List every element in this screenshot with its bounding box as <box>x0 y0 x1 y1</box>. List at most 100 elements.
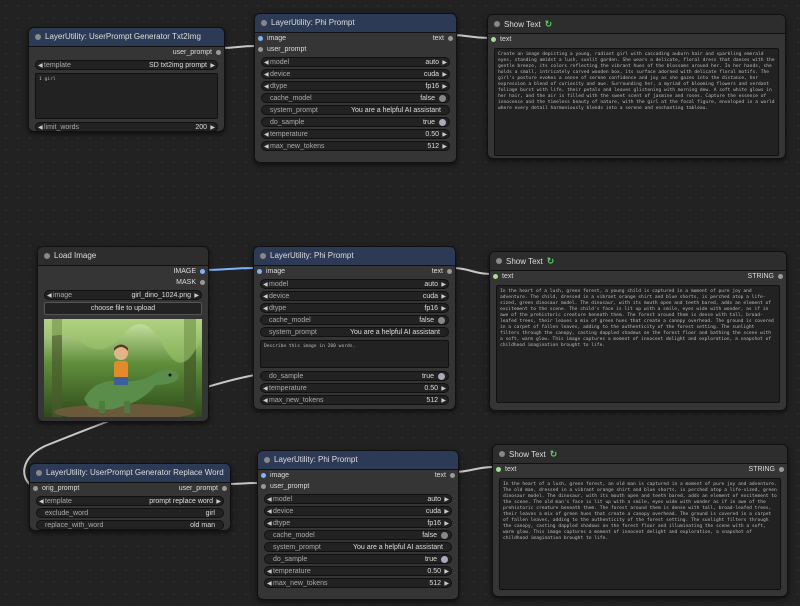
arrow-left-icon[interactable]: ◀ <box>264 142 269 150</box>
arrow-right-icon[interactable]: ▶ <box>444 567 449 575</box>
output-socket[interactable] <box>216 50 221 55</box>
node-header[interactable]: Show Text ↻ <box>493 445 787 464</box>
replace-with-word-field[interactable]: replace_with_word old man <box>36 520 224 530</box>
node-header[interactable]: LayerUtility: UserPrompt Generator Txt2I… <box>29 28 224 47</box>
arrow-right-icon[interactable]: ▶ <box>210 123 215 131</box>
arrow-right-icon[interactable]: ▶ <box>444 519 449 527</box>
arrow-left-icon[interactable]: ◀ <box>264 130 269 138</box>
model-combo[interactable]: ◀ model auto ▶ <box>260 279 449 289</box>
output-socket[interactable] <box>779 467 784 472</box>
arrow-left-icon[interactable]: ◀ <box>264 58 269 66</box>
arrow-left-icon[interactable]: ◀ <box>267 495 272 503</box>
arrow-left-icon[interactable]: ◀ <box>267 579 272 587</box>
max-new-tokens-number[interactable]: ◀ max_new_tokens 512 ▶ <box>260 395 449 405</box>
limit-words-number[interactable]: ◀ limit_words 200 ▶ <box>35 122 218 131</box>
node-header[interactable]: Load Image <box>38 247 208 266</box>
device-combo[interactable]: ◀ device cuda ▶ <box>260 291 449 301</box>
arrow-right-icon[interactable]: ▶ <box>442 130 447 138</box>
exclude-word-field[interactable]: exclude_word girl <box>36 508 224 518</box>
do-sample-toggle[interactable]: do_sample true <box>261 117 450 127</box>
node-header[interactable]: LayerUtility: Phi Prompt <box>258 451 458 470</box>
input-socket[interactable] <box>258 36 263 41</box>
system-prompt-field[interactable]: system_prompt You are a helpful AI assist… <box>261 105 450 115</box>
arrow-right-icon[interactable]: ▶ <box>441 292 446 300</box>
arrow-right-icon[interactable]: ▶ <box>194 291 199 299</box>
arrow-right-icon[interactable]: ▶ <box>442 58 447 66</box>
arrow-left-icon[interactable]: ◀ <box>264 82 269 90</box>
arrow-right-icon[interactable]: ▶ <box>442 142 447 150</box>
user-prompt-textarea[interactable]: Describe this image in 200 words. <box>260 340 449 368</box>
temperature-number[interactable]: ◀ temperature 0.50 ▶ <box>260 383 449 393</box>
collapse-dot-icon[interactable] <box>44 253 50 259</box>
arrow-left-icon[interactable]: ◀ <box>267 567 272 575</box>
device-combo[interactable]: ◀ device cuda ▶ <box>261 69 450 79</box>
input-socket[interactable] <box>257 269 262 274</box>
output-text-area[interactable]: In the heart of a lush, green forest, a … <box>496 285 780 403</box>
arrow-right-icon[interactable]: ▶ <box>441 280 446 288</box>
arrow-right-icon[interactable]: ▶ <box>216 497 221 505</box>
image-combo[interactable]: ◀ image girl_dino_1024.png ▶ <box>44 290 202 300</box>
max-new-tokens-number[interactable]: ◀ max_new_tokens 512 ▶ <box>264 578 452 588</box>
do-sample-toggle[interactable]: do_sample true <box>260 371 449 381</box>
arrow-left-icon[interactable]: ◀ <box>263 304 268 312</box>
input-socket[interactable] <box>261 484 266 489</box>
dtype-combo[interactable]: ◀ dtype fp16 ▶ <box>260 303 449 313</box>
output-socket[interactable] <box>200 280 205 285</box>
output-socket[interactable] <box>450 473 455 478</box>
do-sample-toggle[interactable]: do_sample true <box>264 554 452 564</box>
collapse-dot-icon[interactable] <box>260 253 266 259</box>
output-text-area[interactable]: Create an image depicting a young, radia… <box>494 48 779 156</box>
dtype-combo[interactable]: ◀ dtype fp16 ▶ <box>264 518 452 528</box>
arrow-right-icon[interactable]: ▶ <box>444 579 449 587</box>
output-socket[interactable] <box>778 274 783 279</box>
arrow-left-icon[interactable]: ◀ <box>263 396 268 404</box>
arrow-left-icon[interactable]: ◀ <box>38 123 43 131</box>
cache-model-toggle[interactable]: cache_model false <box>261 93 450 103</box>
arrow-left-icon[interactable]: ◀ <box>39 497 44 505</box>
cache-model-toggle[interactable]: cache_model false <box>264 530 452 540</box>
node-header[interactable]: Show Text ↻ <box>488 15 785 34</box>
node-phi-prompt-3[interactable]: LayerUtility: Phi Prompt image text user_… <box>257 450 459 600</box>
input-socket[interactable] <box>496 467 501 472</box>
input-socket[interactable] <box>493 274 498 279</box>
input-socket[interactable] <box>261 473 266 478</box>
output-text-area[interactable]: In the heart of a lush, green forest, an… <box>499 478 781 590</box>
collapse-dot-icon[interactable] <box>494 21 500 27</box>
arrow-left-icon[interactable]: ◀ <box>263 280 268 288</box>
node-header[interactable]: LayerUtility: Phi Prompt <box>255 14 456 33</box>
node-header[interactable]: LayerUtility: Phi Prompt <box>254 247 455 266</box>
node-phi-prompt-1[interactable]: LayerUtility: Phi Prompt image text user_… <box>254 13 457 163</box>
node-header[interactable]: LayerUtility: UserPrompt Generator Repla… <box>30 464 230 483</box>
input-socket[interactable] <box>491 37 496 42</box>
arrow-left-icon[interactable]: ◀ <box>264 70 269 78</box>
arrow-left-icon[interactable]: ◀ <box>263 384 268 392</box>
arrow-left-icon[interactable]: ◀ <box>47 291 52 299</box>
collapse-dot-icon[interactable] <box>36 470 42 476</box>
arrow-left-icon[interactable]: ◀ <box>267 519 272 527</box>
cache-model-toggle[interactable]: cache_model false <box>260 315 449 325</box>
input-socket[interactable] <box>33 486 38 491</box>
template-combo[interactable]: ◀ template prompt replace word ▶ <box>36 496 224 506</box>
upload-button[interactable]: choose file to upload <box>44 302 202 315</box>
dtype-combo[interactable]: ◀ dtype fp16 ▶ <box>261 81 450 91</box>
collapse-dot-icon[interactable] <box>264 457 270 463</box>
arrow-right-icon[interactable]: ▶ <box>442 70 447 78</box>
arrow-left-icon[interactable]: ◀ <box>38 61 43 69</box>
node-show-text-2[interactable]: Show Text ↻ text STRING In the heart of a … <box>489 251 787 411</box>
system-prompt-field[interactable]: system_prompt You are a helpful AI assist… <box>264 542 452 552</box>
node-userprompt-txt2img[interactable]: LayerUtility: UserPrompt Generator Txt2I… <box>28 27 225 132</box>
template-combo[interactable]: ◀ template SD txt2img prompt ▶ <box>35 60 218 70</box>
node-userprompt-replace-word[interactable]: LayerUtility: UserPrompt Generator Repla… <box>29 463 231 531</box>
arrow-right-icon[interactable]: ▶ <box>441 396 446 404</box>
node-show-text-3[interactable]: Show Text ↻ text STRING In the heart of a … <box>492 444 788 597</box>
output-socket[interactable] <box>447 269 452 274</box>
node-load-image[interactable]: Load Image IMAGE MASK ◀ image girl_dino_10… <box>37 246 209 422</box>
arrow-right-icon[interactable]: ▶ <box>444 495 449 503</box>
collapse-dot-icon[interactable] <box>496 258 502 264</box>
system-prompt-field[interactable]: system_prompt You are a helpful AI assist… <box>260 327 449 337</box>
arrow-left-icon[interactable]: ◀ <box>263 292 268 300</box>
model-combo[interactable]: ◀ model auto ▶ <box>261 57 450 67</box>
arrow-right-icon[interactable]: ▶ <box>444 507 449 515</box>
node-phi-prompt-2[interactable]: LayerUtility: Phi Prompt image text ◀ mode… <box>253 246 456 410</box>
arrow-left-icon[interactable]: ◀ <box>267 507 272 515</box>
